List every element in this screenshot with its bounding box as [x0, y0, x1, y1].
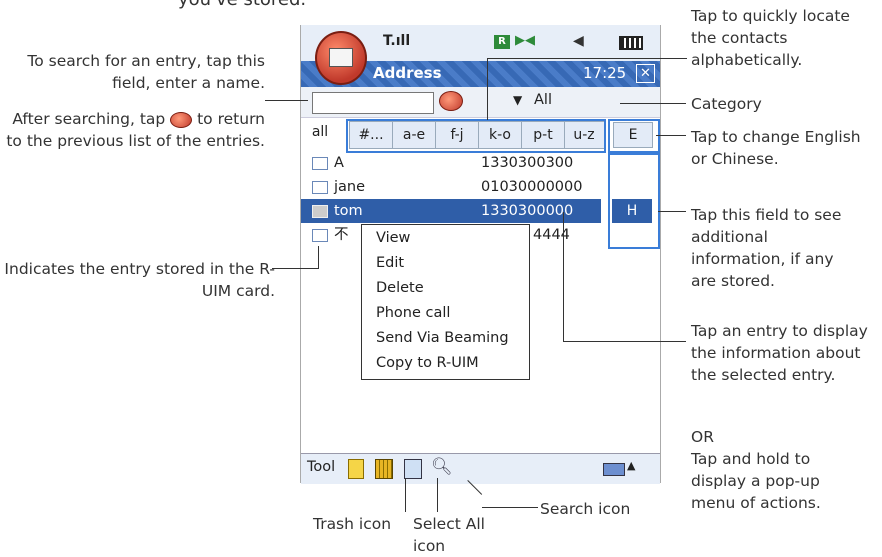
contact-number: 1330300000 [481, 203, 574, 219]
volume-icon: ◀ [573, 33, 584, 49]
contact-row[interactable]: A 1330300300 [301, 151, 601, 175]
close-icon[interactable]: ✕ [636, 64, 655, 83]
chevron-down-icon[interactable]: ▼ [513, 93, 522, 107]
menu-item-send-via-beaming[interactable]: Send Via Beaming [376, 327, 509, 349]
trash-icon[interactable] [375, 459, 393, 479]
contact-number: 1330300300 [481, 155, 574, 171]
select-all-icon[interactable] [404, 459, 422, 479]
contact-name: A [334, 155, 344, 171]
annotation-ruim: Indicates the entry stored in the R-UIM … [4, 260, 275, 300]
photo-entry-icon [312, 205, 328, 218]
address-app-icon[interactable] [315, 31, 367, 85]
menu-item-copy-to-r-uim[interactable]: Copy to R-UIM [376, 352, 479, 374]
contact-number: 4444 [533, 227, 570, 243]
leader-line [563, 341, 686, 342]
leader-line [563, 212, 564, 342]
r-uim-status-icon: R [494, 35, 510, 49]
chevron-up-icon[interactable]: ▲ [627, 459, 635, 472]
leader-line [656, 135, 686, 136]
return-icon[interactable] [439, 91, 463, 111]
leader-line [405, 478, 406, 512]
search-icon[interactable]: 🔍︎ [431, 457, 453, 477]
language-highlight-box [608, 119, 660, 153]
app-title: Address [373, 64, 442, 82]
bluetooth-status-icon: ▶◀ [515, 33, 535, 48]
bottom-toolbar: Tool 🔍︎ ▲ [301, 453, 660, 484]
annotation-or: OR [691, 428, 714, 446]
category-dropdown[interactable]: All [534, 92, 552, 108]
tab-all[interactable]: all [303, 119, 337, 145]
search-row: ▼ All [301, 87, 660, 118]
clock: 17:25 [583, 64, 627, 82]
leader-line [487, 58, 687, 59]
keyboard-icon[interactable] [603, 463, 625, 476]
header-text: you've stored. [178, 0, 306, 11]
contact-name: tom [334, 203, 363, 219]
annotation-return: After searching, tap to return to the pr… [6, 110, 265, 150]
annotation-alpha: Tap to quickly locate the contacts alpha… [691, 7, 850, 69]
contact-name: 不 [334, 227, 349, 243]
menu-item-view[interactable]: View [376, 227, 410, 249]
annotation-search: Search icon [540, 500, 631, 518]
r-uim-entry-icon [312, 229, 328, 242]
leader-line [482, 507, 538, 508]
leader-line [318, 246, 319, 269]
battery-icon [619, 36, 643, 50]
search-input[interactable] [312, 92, 434, 114]
annotation-hold: Tap and hold to display a pop-up menu of… [691, 450, 821, 512]
phone-screen: T.ıll R ▶◀ ◀ Address 17:25 ✕ ▼ All all #… [300, 25, 661, 484]
leader-line [620, 103, 686, 104]
menu-item-edit[interactable]: Edit [376, 252, 404, 274]
annotation-additional: Tap this field to see additional informa… [691, 206, 842, 290]
menu-item-phone-call[interactable]: Phone call [376, 302, 450, 324]
tool-menu[interactable]: Tool [307, 459, 335, 475]
menu-item-delete[interactable]: Delete [376, 277, 424, 299]
annotation-category: Category [691, 95, 762, 113]
leader-line [265, 100, 308, 101]
leader-line [487, 58, 488, 120]
annotation-language: Tap to change English or Chinese. [691, 128, 861, 168]
annotation-trash: Trash icon [313, 515, 392, 533]
phone-entry-icon [312, 181, 328, 194]
info-highlight-box [608, 153, 660, 249]
alpha-highlight-box [346, 119, 606, 153]
new-document-icon[interactable] [348, 459, 364, 479]
context-menu: View Edit Delete Phone call Send Via Bea… [361, 224, 530, 380]
contact-row[interactable]: jane 01030000000 [301, 175, 601, 199]
annotation-select-all: Select All icon [413, 515, 485, 555]
contact-row-selected[interactable]: tom 1330300000 [301, 199, 601, 223]
signal-icon: T.ıll [383, 33, 411, 49]
annotation-search-field: To search for an entry, tap this field, … [27, 52, 265, 92]
leader-line [272, 268, 318, 269]
contact-name: jane [334, 179, 366, 195]
return-icon [170, 111, 193, 128]
phone-entry-icon [312, 157, 328, 170]
leader-line [658, 211, 686, 212]
leader-line [437, 478, 438, 512]
annotation-entry: Tap an entry to display the information … [691, 322, 868, 384]
contact-number: 01030000000 [481, 179, 583, 195]
